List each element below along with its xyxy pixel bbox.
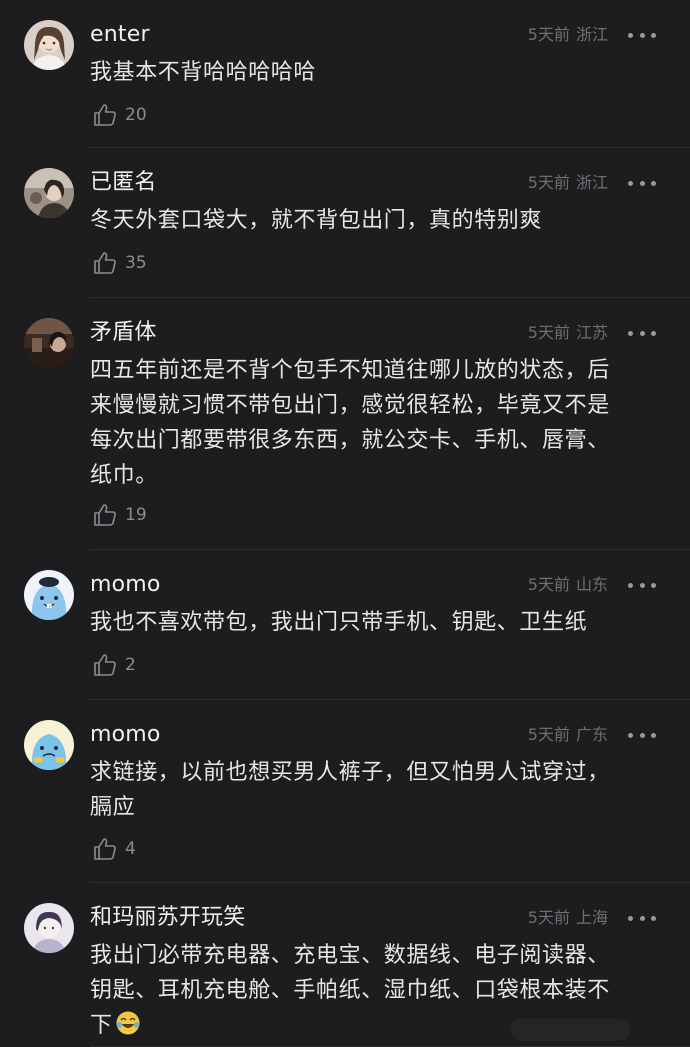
comment-region: 广东 <box>575 725 608 744</box>
username[interactable]: momo <box>90 570 161 600</box>
like-count: 20 <box>125 105 147 125</box>
user-avatar[interactable] <box>24 903 74 953</box>
more-dots-icon[interactable] <box>628 905 656 931</box>
comment-item: momo 5天前 山东 我也不喜欢带包，我出门只带手机、钥匙、卫生纸 2 <box>0 550 690 700</box>
like-count: 4 <box>125 839 136 859</box>
photo-girl-avatar-icon <box>24 20 74 70</box>
comment-item: enter 5天前 浙江 我基本不背哈哈哈哈哈 20 <box>0 0 690 148</box>
cartoon-blob-avatar-icon <box>24 570 74 620</box>
user-avatar[interactable] <box>24 168 74 218</box>
thumbs-up-icon <box>94 654 116 676</box>
user-avatar[interactable] <box>24 20 74 70</box>
more-dots-icon[interactable] <box>628 722 656 748</box>
comment-region: 山东 <box>575 575 608 594</box>
comment-region: 江苏 <box>575 323 608 342</box>
comment-region: 浙江 <box>575 25 608 44</box>
like-button[interactable]: 20 <box>92 102 147 128</box>
comment-text: 我基本不背哈哈哈哈哈 <box>90 60 317 85</box>
more-dots-icon[interactable] <box>628 572 656 598</box>
username[interactable]: 和玛丽苏开玩笑 <box>90 903 245 933</box>
comment-item: momo 5天前 广东 求链接，以前也想买男人裤子，但又怕男人试穿过， 膈应 4 <box>0 700 690 883</box>
username[interactable]: 已匿名 <box>90 168 157 198</box>
comment-region: 浙江 <box>575 173 608 192</box>
comment-meta: 5天前 广东 <box>528 722 608 748</box>
thumbs-up-icon <box>94 104 116 126</box>
comment-item: 矛盾体 5天前 江苏 四五年前还是不背个包手不知道往哪儿放的状态，后 来慢慢就习惯… <box>0 298 690 550</box>
username[interactable]: 矛盾体 <box>90 318 157 348</box>
photo-avatar-icon <box>24 318 74 368</box>
comment-meta: 5天前 浙江 <box>528 22 608 48</box>
user-avatar[interactable] <box>24 318 74 368</box>
user-avatar[interactable] <box>24 720 74 770</box>
comment-time: 5天前 <box>527 173 570 192</box>
comment-meta: 5天前 浙江 <box>528 170 608 196</box>
comment-text: 冬天外套口袋大，就不背包出门，真的特别爽 <box>90 208 543 233</box>
like-button[interactable]: 4 <box>92 836 136 862</box>
cartoon-blob-avatar-icon <box>24 720 74 770</box>
comment-meta: 5天前 江苏 <box>528 320 608 346</box>
comment-text: 求链接，以前也想买男人裤子，但又怕男人试穿过， 膈应 <box>90 760 610 820</box>
like-count: 35 <box>125 253 147 273</box>
more-dots-icon[interactable] <box>628 22 656 48</box>
like-count: 19 <box>125 505 147 525</box>
username[interactable]: momo <box>90 720 161 750</box>
like-button[interactable]: 19 <box>92 502 147 528</box>
photo-avatar-icon <box>24 168 74 218</box>
watermark <box>510 1019 630 1041</box>
comment-text: 四五年前还是不背个包手不知道往哪儿放的状态，后 来慢慢就习惯不带包出门，感觉很轻… <box>90 358 610 488</box>
laughing-tears-emoji-icon <box>115 1010 141 1036</box>
comment-meta: 5天前 上海 <box>528 905 608 931</box>
comment-item: 已匿名 5天前 浙江 冬天外套口袋大，就不背包出门，真的特别爽 35 <box>0 148 690 298</box>
like-button[interactable]: 35 <box>92 250 147 276</box>
thumbs-up-icon <box>94 504 116 526</box>
like-count: 2 <box>125 655 136 675</box>
comment-meta: 5天前 山东 <box>528 572 608 598</box>
comment-time: 5天前 <box>527 25 570 44</box>
thumbs-up-icon <box>94 838 116 860</box>
more-dots-icon[interactable] <box>628 320 656 346</box>
comment-list: enter 5天前 浙江 我基本不背哈哈哈哈哈 20 已匿名 5天前 浙江 冬天… <box>0 0 690 1047</box>
comment-time: 5天前 <box>527 725 570 744</box>
like-button[interactable]: 2 <box>92 652 136 678</box>
comment-region: 上海 <box>575 908 608 927</box>
thumbs-up-icon <box>94 252 116 274</box>
username[interactable]: enter <box>90 20 150 50</box>
more-dots-icon[interactable] <box>628 170 656 196</box>
comment-time: 5天前 <box>527 575 570 594</box>
comment-text: 我也不喜欢带包，我出门只带手机、钥匙、卫生纸 <box>90 610 588 635</box>
comment-time: 5天前 <box>527 908 570 927</box>
user-avatar[interactable] <box>24 570 74 620</box>
sketch-avatar-icon <box>24 903 74 953</box>
comment-time: 5天前 <box>527 323 570 342</box>
